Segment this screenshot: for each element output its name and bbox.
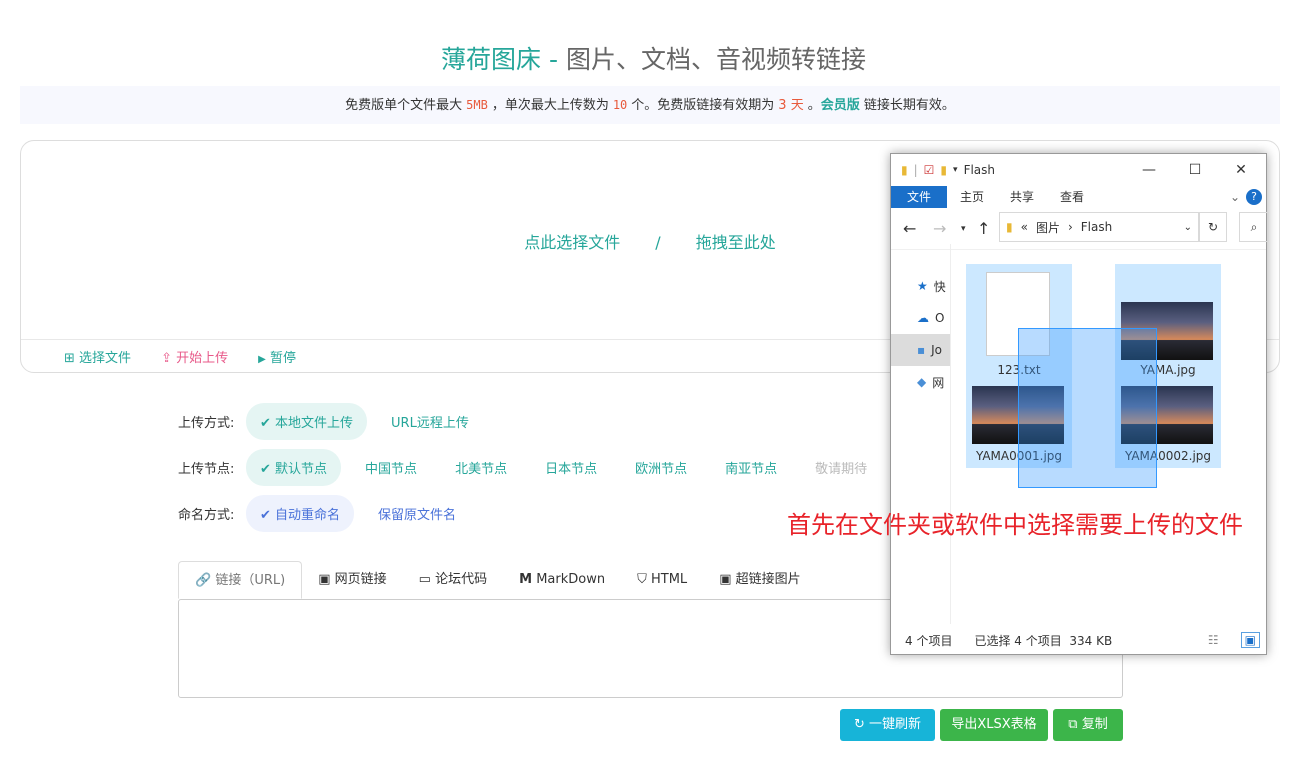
ribbon-tab-view[interactable]: 查看 <box>1047 186 1097 208</box>
explorer-status-bar: 4 个项目 已选择 4 个项目 334 KB ☷ ▣ <box>891 626 1266 654</box>
navigation-pane: ★ 快 ☁ O ▪ Jo ◆ 网 <box>891 244 951 624</box>
upload-mode-url[interactable]: URL远程上传 <box>377 403 483 440</box>
properties-icon[interactable]: ☑ <box>924 163 935 177</box>
select-file-button[interactable]: ⊞ 选择文件 <box>64 347 131 366</box>
naming-auto[interactable]: ✔ 自动重命名 <box>246 495 355 532</box>
details-view-icon[interactable]: ☷ <box>1208 633 1219 647</box>
nav-network[interactable]: ◆ 网 <box>891 366 950 398</box>
node-japan[interactable]: 日本节点 <box>531 449 611 486</box>
forward-arrow-icon[interactable]: → <box>933 219 946 238</box>
naming-row: 命名方式: ✔ 自动重命名 保留原文件名 <box>178 495 480 532</box>
tab-url[interactable]: 🔗 链接（URL) <box>178 561 303 599</box>
node-north-america[interactable]: 北美节点 <box>441 449 521 486</box>
path-box[interactable]: ▮ « 图片 › Flash ⌄ <box>999 212 1199 242</box>
image-icon: ▣ <box>318 572 331 587</box>
image-icon: ▣ <box>719 572 732 587</box>
chevron-down-icon[interactable]: ⌄ <box>1230 190 1240 204</box>
node-default[interactable]: ✔ 默认节点 <box>246 449 342 486</box>
tab-markdown[interactable]: M MarkDown <box>503 561 621 599</box>
folder-icon: ▮ <box>901 163 908 177</box>
folder-icon: ▮ <box>1006 220 1013 234</box>
nav-this-pc[interactable]: ▪ Jo <box>891 334 950 366</box>
maximize-button[interactable]: ☐ <box>1172 154 1218 186</box>
refresh-icon[interactable]: ↻ <box>1199 212 1227 242</box>
chevron-down-icon[interactable]: ⌄ <box>1184 222 1192 233</box>
path-segment[interactable]: Flash <box>1081 220 1112 234</box>
file-explorer-window[interactable]: ▮ | ☑ ▮ ▾ Flash — ☐ ✕ 文件 主页 共享 查看 ⌄ ? ← … <box>890 153 1269 655</box>
refresh-icon: ↻ <box>853 717 865 732</box>
ribbon-tab-share[interactable]: 共享 <box>997 186 1047 208</box>
upload-icon: ⇪ <box>161 351 172 366</box>
brand-name: 薄荷图床 <box>441 45 542 74</box>
selection-rectangle <box>1018 328 1157 488</box>
nav-quick-access[interactable]: ★ 快 <box>891 270 950 302</box>
tab-forum-code[interactable]: ▭ 论坛代码 <box>403 561 503 599</box>
comment-icon: ▭ <box>418 572 431 587</box>
back-arrow-icon[interactable]: ← <box>903 219 916 238</box>
select-file-link[interactable]: 点此选择文件 <box>524 233 620 252</box>
notice-bar: 免费版单个文件最大 5MB ，单次最大上传数为 10 个。免费版链接有效期为 3 天。会员… <box>20 86 1280 124</box>
markdown-icon: M <box>519 572 533 587</box>
tab-html[interactable]: ⛉ HTML <box>621 561 703 599</box>
max-count: 10 <box>612 98 628 112</box>
close-button[interactable]: ✕ <box>1218 154 1264 186</box>
computer-icon: ▪ <box>917 343 926 357</box>
explorer-ribbon: 文件 主页 共享 查看 ⌄ ? <box>891 186 1266 208</box>
max-size: 5MB <box>466 98 488 112</box>
tab-hyperlink-image[interactable]: ▣ 超链接图片 <box>703 561 816 599</box>
refresh-button[interactable]: ↻ 一键刷新 <box>840 709 935 741</box>
link-icon: 🔗 <box>195 573 212 588</box>
help-icon[interactable]: ? <box>1246 189 1262 205</box>
new-folder-icon[interactable]: ▮ <box>940 163 947 177</box>
pause-button[interactable]: ▶ 暂停 <box>258 347 296 366</box>
html5-icon: ⛉ <box>637 572 647 587</box>
ribbon-tab-home[interactable]: 主页 <box>947 186 997 208</box>
large-icons-view-icon[interactable]: ▣ <box>1240 632 1260 648</box>
ribbon-tab-file[interactable]: 文件 <box>891 186 948 208</box>
minimize-button[interactable]: — <box>1126 154 1172 186</box>
up-arrow-icon[interactable]: ↑ <box>977 219 990 238</box>
node-coming-soon: 敬请期待 <box>815 462 868 477</box>
upload-mode-row: 上传方式: ✔ 本地文件上传 URL远程上传 <box>178 403 493 440</box>
explorer-titlebar[interactable]: ▮ | ☑ ▮ ▾ Flash — ☐ ✕ <box>891 154 1266 186</box>
naming-keep-original[interactable]: 保留原文件名 <box>364 495 470 532</box>
upload-node-row: 上传节点: ✔ 默认节点 中国节点 北美节点 日本节点 欧洲节点 南亚节点 敬请… <box>178 449 891 486</box>
recent-dropdown-icon[interactable]: ▾ <box>961 224 966 234</box>
divider: / <box>655 233 661 252</box>
node-south-asia[interactable]: 南亚节点 <box>711 449 791 486</box>
instruction-annotation: 首先在文件夹或软件中选择需要上传的文件 <box>787 511 1243 539</box>
plus-square-icon: ⊞ <box>64 351 75 366</box>
network-icon: ◆ <box>917 375 927 389</box>
vip-link[interactable]: 会员版 <box>821 98 860 113</box>
export-xlsx-button[interactable]: 导出XLSX表格 <box>940 709 1048 741</box>
subtitle: 图片、文档、音视频转链接 <box>565 45 866 74</box>
nav-onedrive[interactable]: ☁ O <box>891 302 950 334</box>
drag-here-label: 拖拽至此处 <box>695 233 776 252</box>
upload-mode-local[interactable]: ✔ 本地文件上传 <box>246 403 368 440</box>
explorer-title: Flash <box>963 163 996 177</box>
node-china[interactable]: 中国节点 <box>351 449 431 486</box>
start-upload-button[interactable]: ⇪ 开始上传 <box>161 347 228 366</box>
quick-access-dropdown-icon[interactable]: ▾ <box>953 165 958 175</box>
copy-icon: ⧉ <box>1068 717 1078 732</box>
star-icon: ★ <box>917 279 928 293</box>
path-segment[interactable]: 图片 <box>1036 219 1060 236</box>
node-europe[interactable]: 欧洲节点 <box>621 449 701 486</box>
copy-button[interactable]: ⧉ 复制 <box>1053 709 1123 741</box>
play-icon: ▶ <box>258 354 266 365</box>
page-title: 薄荷图床 - 图片、文档、音视频转链接 <box>441 45 866 74</box>
tab-web-link[interactable]: ▣ 网页链接 <box>302 561 402 599</box>
cloud-icon: ☁ <box>917 311 929 325</box>
expiry-days: 3 天 <box>778 98 804 113</box>
search-icon[interactable]: ⌕ <box>1239 212 1269 242</box>
